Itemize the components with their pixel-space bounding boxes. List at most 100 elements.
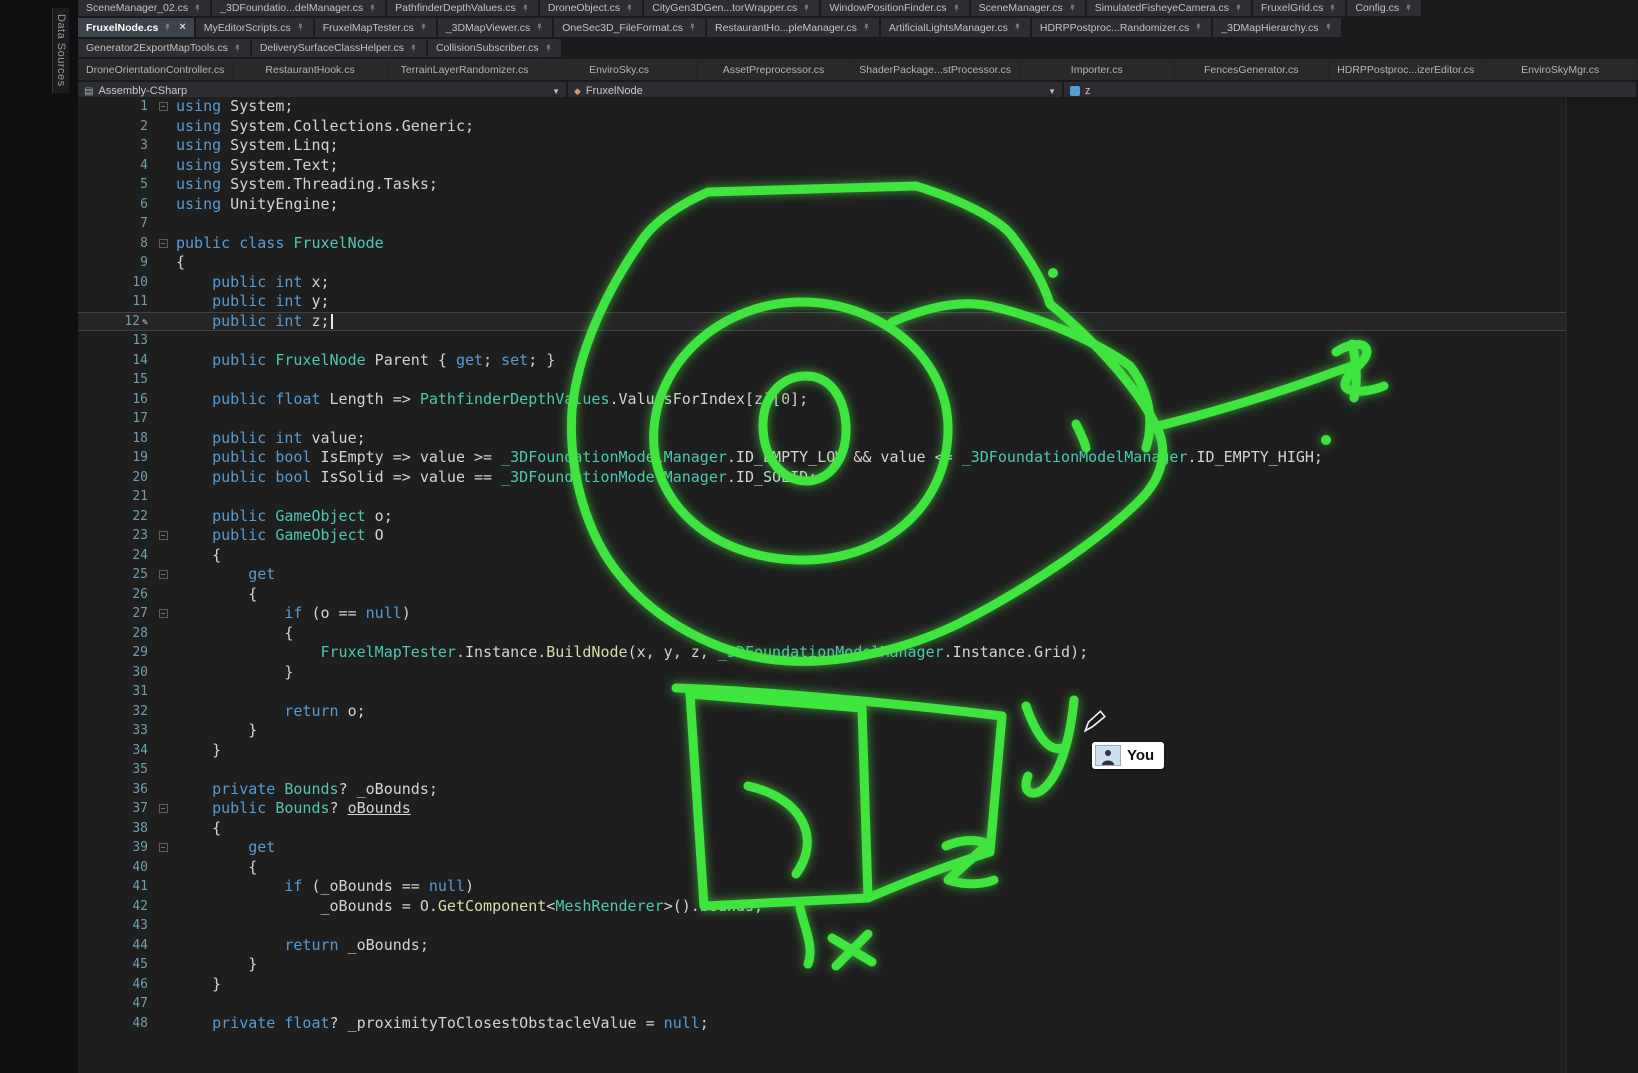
data-sources-panel-tab[interactable]: Data Sources: [52, 8, 69, 93]
code-line-4[interactable]: 4using System.Text;: [78, 156, 1566, 176]
tab-ShaderPackage...stProcessor.cs[interactable]: ShaderPackage...stProcessor.cs: [851, 59, 1019, 80]
code-text: private Bounds? _oBounds;: [172, 780, 1566, 800]
tab-_3DMapViewer.cs[interactable]: _3DMapViewer.cs: [438, 18, 552, 37]
code-line-37[interactable]: 37− public Bounds? oBounds: [78, 799, 1566, 819]
line-number: 13: [78, 331, 154, 351]
tab-ArtificialLightsManager.cs[interactable]: ArtificialLightsManager.cs: [881, 18, 1030, 37]
code-line-18[interactable]: 18 public int value;: [78, 429, 1566, 449]
tab-FencesGenerator.cs[interactable]: FencesGenerator.cs: [1175, 59, 1328, 80]
tab-SceneManager.cs[interactable]: SceneManager.cs: [971, 0, 1085, 16]
tab-FruxelMapTester.cs[interactable]: FruxelMapTester.cs: [315, 18, 436, 37]
code-line-42[interactable]: 42 _oBounds = O.GetComponent<MeshRendere…: [78, 897, 1566, 917]
scrollbar-region[interactable]: [1566, 97, 1638, 1073]
code-line-8[interactable]: 8−public class FruxelNode: [78, 234, 1566, 254]
tab-CityGen3DGen...torWrapper.cs[interactable]: CityGen3DGen...torWrapper.cs: [644, 0, 819, 16]
code-line-25[interactable]: 25− get: [78, 565, 1566, 585]
code-line-15[interactable]: 15: [78, 370, 1566, 390]
tab-SceneManager_02.cs[interactable]: SceneManager_02.cs: [78, 0, 210, 16]
code-line-20[interactable]: 20 public bool IsSolid => value == _3DFo…: [78, 468, 1566, 488]
code-line-33[interactable]: 33 }: [78, 721, 1566, 741]
tab-EnviroSkyMgr.cs[interactable]: EnviroSkyMgr.cs: [1483, 59, 1636, 80]
code-line-6[interactable]: 6using UnityEngine;: [78, 195, 1566, 215]
collapse-region-icon[interactable]: −: [159, 609, 168, 618]
collapse-region-icon[interactable]: −: [159, 102, 168, 111]
code-line-26[interactable]: 26 {: [78, 585, 1566, 605]
code-line-16[interactable]: 16 public float Length => PathfinderDept…: [78, 390, 1566, 410]
tab-HDRPPostproc...Randomizer.cs[interactable]: HDRPPostproc...Randomizer.cs: [1032, 18, 1211, 37]
tab-label: _3DMapHierarchy.cs: [1221, 22, 1318, 34]
code-line-23[interactable]: 23− public GameObject O: [78, 526, 1566, 546]
collapse-region-icon[interactable]: −: [159, 804, 168, 813]
code-line-46[interactable]: 46 }: [78, 975, 1566, 995]
tab-RestaurantHo...pleManager.cs[interactable]: RestaurantHo...pleManager.cs: [707, 18, 879, 37]
code-line-9[interactable]: 9{: [78, 253, 1566, 273]
code-line-7[interactable]: 7: [78, 214, 1566, 234]
tab-RestaurantHook.cs[interactable]: RestaurantHook.cs: [233, 59, 386, 80]
collapse-region-icon[interactable]: −: [159, 239, 168, 248]
tab-PathfinderDepthValues.cs[interactable]: PathfinderDepthValues.cs: [387, 0, 538, 16]
tab-OneSec3D_FileFormat.cs[interactable]: OneSec3D_FileFormat.cs: [554, 18, 705, 37]
code-line-41[interactable]: 41 if (_oBounds == null): [78, 877, 1566, 897]
tab-Config.cs[interactable]: Config.cs: [1347, 0, 1421, 16]
tab-DeliverySurfaceClassHelper.cs[interactable]: DeliverySurfaceClassHelper.cs: [252, 39, 426, 57]
code-line-44[interactable]: 44 return _oBounds;: [78, 936, 1566, 956]
code-line-34[interactable]: 34 }: [78, 741, 1566, 761]
code-line-10[interactable]: 10 public int x;: [78, 273, 1566, 293]
code-line-32[interactable]: 32 return o;: [78, 702, 1566, 722]
tab-DroneObject.cs[interactable]: DroneObject.cs: [540, 0, 642, 16]
collapse-region-icon[interactable]: −: [159, 843, 168, 852]
code-line-12[interactable]: 12✎ public int z;: [78, 312, 1566, 332]
code-line-39[interactable]: 39− get: [78, 838, 1566, 858]
code-line-19[interactable]: 19 public bool IsEmpty => value >= _3DFo…: [78, 448, 1566, 468]
code-line-28[interactable]: 28 {: [78, 624, 1566, 644]
code-line-36[interactable]: 36 private Bounds? _oBounds;: [78, 780, 1566, 800]
code-line-21[interactable]: 21: [78, 487, 1566, 507]
tab-EnviroSky.cs[interactable]: EnviroSky.cs: [542, 59, 695, 80]
code-text: {: [172, 819, 1566, 839]
tab-HDRPPostproc...izerEditor.cs[interactable]: HDRPPostproc...izerEditor.cs: [1329, 59, 1482, 80]
code-line-3[interactable]: 3using System.Linq;: [78, 136, 1566, 156]
tab-FruxelGrid.cs[interactable]: FruxelGrid.cs: [1253, 0, 1345, 16]
code-line-30[interactable]: 30 }: [78, 663, 1566, 683]
tab-WindowPositionFinder.cs[interactable]: WindowPositionFinder.cs: [821, 0, 968, 16]
code-line-1[interactable]: 1−using System;: [78, 97, 1566, 117]
code-line-43[interactable]: 43: [78, 916, 1566, 936]
code-line-48[interactable]: 48 private float? _proximityToClosestObs…: [78, 1014, 1566, 1034]
tab-FruxelNode.cs[interactable]: FruxelNode.cs×: [78, 18, 194, 37]
code-line-38[interactable]: 38 {: [78, 819, 1566, 839]
tab-Importer.cs[interactable]: Importer.cs: [1020, 59, 1173, 80]
code-line-14[interactable]: 14 public FruxelNode Parent { get; set; …: [78, 351, 1566, 371]
code-line-47[interactable]: 47: [78, 994, 1566, 1014]
code-line-22[interactable]: 22 public GameObject o;: [78, 507, 1566, 527]
code-line-40[interactable]: 40 {: [78, 858, 1566, 878]
close-icon[interactable]: ×: [179, 22, 185, 33]
code-line-27[interactable]: 27− if (o == null): [78, 604, 1566, 624]
code-editor[interactable]: 1−using System;2using System.Collections…: [78, 97, 1566, 1073]
tab-DroneOrientationController.cs[interactable]: DroneOrientationController.cs: [78, 59, 232, 80]
tab-_3DFoundatio...delManager.cs[interactable]: _3DFoundatio...delManager.cs: [212, 0, 385, 16]
code-line-35[interactable]: 35: [78, 760, 1566, 780]
tab-_3DMapHierarchy.cs[interactable]: _3DMapHierarchy.cs: [1213, 18, 1340, 37]
code-line-11[interactable]: 11 public int y;: [78, 292, 1566, 312]
collapse-region-icon[interactable]: −: [159, 531, 168, 540]
code-line-24[interactable]: 24 {: [78, 546, 1566, 566]
tab-SimulatedFisheyeCamera.cs[interactable]: SimulatedFisheyeCamera.cs: [1087, 0, 1251, 16]
code-line-31[interactable]: 31: [78, 682, 1566, 702]
code-text: {: [172, 253, 1566, 273]
code-line-13[interactable]: 13: [78, 331, 1566, 351]
code-line-45[interactable]: 45 }: [78, 955, 1566, 975]
code-line-2[interactable]: 2using System.Collections.Generic;: [78, 117, 1566, 137]
editor-main: SceneManager_02.cs_3DFoundatio...delMana…: [78, 0, 1638, 1073]
collapse-region-icon[interactable]: −: [159, 570, 168, 579]
tab-label: Generator2ExportMapTools.cs: [86, 42, 228, 54]
fold-column: [154, 721, 172, 741]
tab-AssetPreprocessor.cs[interactable]: AssetPreprocessor.cs: [697, 59, 850, 80]
tab-TerrainLayerRandomizer.cs[interactable]: TerrainLayerRandomizer.cs: [388, 59, 541, 80]
code-line-17[interactable]: 17: [78, 409, 1566, 429]
tab-Generator2ExportMapTools.cs[interactable]: Generator2ExportMapTools.cs: [78, 39, 250, 57]
code-line-5[interactable]: 5using System.Threading.Tasks;: [78, 175, 1566, 195]
line-number: 33: [78, 721, 154, 741]
tab-CollisionSubscriber.cs[interactable]: CollisionSubscriber.cs: [428, 39, 561, 57]
code-line-29[interactable]: 29 FruxelMapTester.Instance.BuildNode(x,…: [78, 643, 1566, 663]
tab-MyEditorScripts.cs[interactable]: MyEditorScripts.cs: [196, 18, 313, 37]
